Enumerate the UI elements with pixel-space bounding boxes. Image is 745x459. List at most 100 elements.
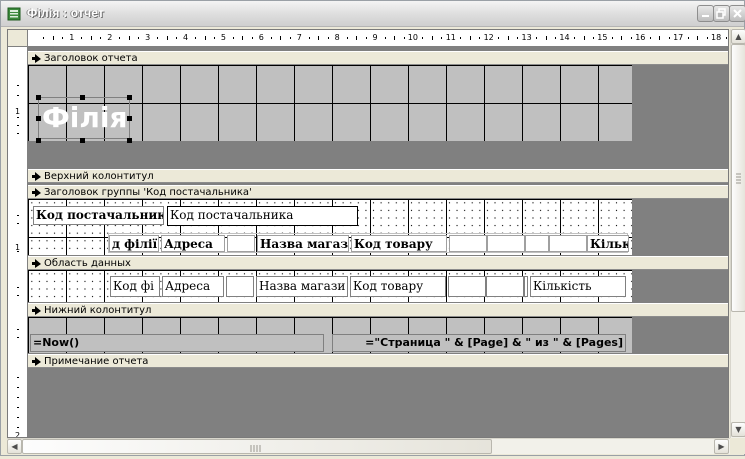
ruler-tick	[460, 37, 462, 39]
supplier-code-field[interactable]: Код постачальника	[167, 206, 358, 226]
detail-field[interactable]: Кількість	[530, 276, 626, 297]
detail-field[interactable]: Адреса	[162, 276, 224, 297]
resize-grip[interactable]	[730, 438, 745, 454]
column-label[interactable]	[525, 235, 549, 252]
ruler-tick	[17, 407, 19, 408]
section-arrow-icon	[32, 54, 41, 63]
page-number-expression-field[interactable]: ="Страница " & [Page] & " из " & [Pages]	[332, 334, 626, 352]
report-canvas: Заголовок отчета Філія Верхний колонтиту…	[28, 47, 728, 437]
detail-field[interactable]	[448, 276, 486, 297]
section-bar-page-footer[interactable]: Нижний колонтитул	[28, 303, 728, 317]
ruler-tick	[659, 36, 661, 40]
sizing-handle[interactable]	[36, 95, 41, 100]
vertical-ruler[interactable]: 112	[8, 47, 28, 437]
horizontal-ruler[interactable]: 1 2 3 4 5 6 7 8 9 10 11 12 13 14 15 16 17 18	[28, 30, 728, 47]
detail-fields-row: Код фі Адреса Назва магази Код товару Кількі…	[108, 276, 628, 298]
ruler-tick	[697, 36, 699, 40]
ruler-number: 14	[559, 33, 570, 42]
ruler-tick	[318, 36, 320, 40]
section-bar-report-header[interactable]: Заголовок отчета	[28, 51, 728, 65]
sizing-handle[interactable]	[36, 116, 41, 121]
column-label[interactable]: д філії	[109, 235, 159, 252]
scroll-right-icon[interactable]: ▶	[714, 439, 729, 454]
column-label[interactable]: Назва магази	[257, 235, 349, 252]
sizing-handle[interactable]	[127, 116, 132, 121]
section-arrow-icon	[32, 357, 41, 366]
ruler-number: 8	[334, 33, 340, 42]
ruler-number: 7	[296, 33, 302, 42]
section-bar-detail[interactable]: Область данных	[28, 256, 728, 270]
ruler-tick	[17, 417, 19, 418]
detail-field[interactable]	[226, 276, 254, 297]
section-label-detail: Область данных	[44, 258, 131, 269]
detail-field[interactable]: Назва магази	[256, 276, 348, 297]
ruler-tick	[308, 37, 310, 39]
maximize-icon[interactable]	[713, 5, 730, 22]
ruler-tick	[441, 37, 443, 39]
section-bar-report-footer[interactable]: Примечание отчета	[28, 354, 728, 368]
ruler-number: 11	[445, 33, 456, 42]
ruler-tick	[214, 37, 216, 39]
column-label[interactable]: Кількість	[587, 235, 629, 252]
ruler-tick	[583, 36, 585, 40]
ruler-number: 17	[673, 33, 684, 42]
sizing-handle[interactable]	[80, 95, 85, 100]
grip-lines-icon	[250, 445, 261, 452]
ruler-number: 1	[69, 33, 75, 42]
column-label[interactable]: Адреса	[161, 235, 225, 252]
column-label[interactable]: Код товару	[351, 235, 447, 252]
title-bar[interactable]: Філія : отчет	[1, 1, 745, 27]
ruler-tick	[630, 37, 632, 39]
section-bar-group-header[interactable]: Заголовок группы 'Код постачальника'	[28, 185, 728, 199]
ruler-tick	[17, 133, 19, 134]
ruler-tick	[17, 397, 19, 398]
ruler-tick	[52, 36, 54, 40]
minimize-icon[interactable]	[697, 5, 714, 22]
ruler-tick	[81, 37, 83, 39]
ruler-tick	[17, 337, 19, 338]
detail-field[interactable]: Код товару	[350, 276, 446, 297]
detail-field[interactable]	[524, 276, 528, 297]
close-icon[interactable]	[729, 5, 745, 22]
report-icon	[7, 7, 21, 21]
column-label[interactable]	[487, 235, 525, 252]
scroll-down-icon[interactable]: ▼	[731, 422, 745, 437]
scroll-up-icon[interactable]: ▲	[731, 29, 745, 44]
scroll-left-icon[interactable]: ◀	[7, 439, 22, 454]
ruler-tick	[403, 37, 405, 39]
ruler-tick	[327, 37, 329, 39]
vertical-scrollbar[interactable]: ▲ ▼	[730, 29, 745, 438]
ruler-tick	[346, 37, 348, 39]
column-label[interactable]	[449, 235, 487, 252]
ruler-tick	[365, 37, 367, 39]
horizontal-scrollbar[interactable]: ◀ ▶	[7, 438, 730, 454]
detail-field[interactable]	[486, 276, 524, 297]
column-label[interactable]	[549, 235, 587, 252]
ruler-tick	[394, 36, 396, 40]
supplier-code-label[interactable]: Код постачальник	[33, 206, 164, 225]
horizontal-scroll-thumb[interactable]	[22, 439, 492, 454]
ruler-tick	[289, 37, 291, 39]
sizing-handle[interactable]	[36, 138, 41, 143]
section-label-report-footer: Примечание отчета	[44, 356, 149, 367]
ruler-tick	[555, 37, 557, 39]
report-title-label[interactable]: Філія	[38, 97, 130, 139]
column-label[interactable]	[227, 235, 255, 252]
section-bar-page-header[interactable]: Верхний колонтитул	[28, 169, 728, 183]
sizing-handle[interactable]	[127, 95, 132, 100]
ruler-number: 2	[107, 33, 113, 42]
ruler-tick	[270, 37, 272, 39]
sizing-handle[interactable]	[127, 138, 132, 143]
now-expression-field[interactable]: =Now()	[30, 334, 324, 352]
ruler-tick	[536, 37, 538, 39]
section-label-page-header: Верхний колонтитул	[44, 171, 154, 182]
ruler-tick	[649, 37, 651, 39]
ruler-tick	[17, 95, 19, 96]
ruler-tick	[100, 37, 102, 39]
ruler-number: 12	[483, 33, 494, 42]
sizing-handle[interactable]	[80, 138, 85, 143]
vertical-scroll-thumb[interactable]	[731, 44, 745, 312]
detail-field[interactable]: Код фі	[110, 276, 160, 297]
ruler-corner[interactable]	[8, 30, 28, 47]
ruler-number: 9	[372, 33, 378, 42]
